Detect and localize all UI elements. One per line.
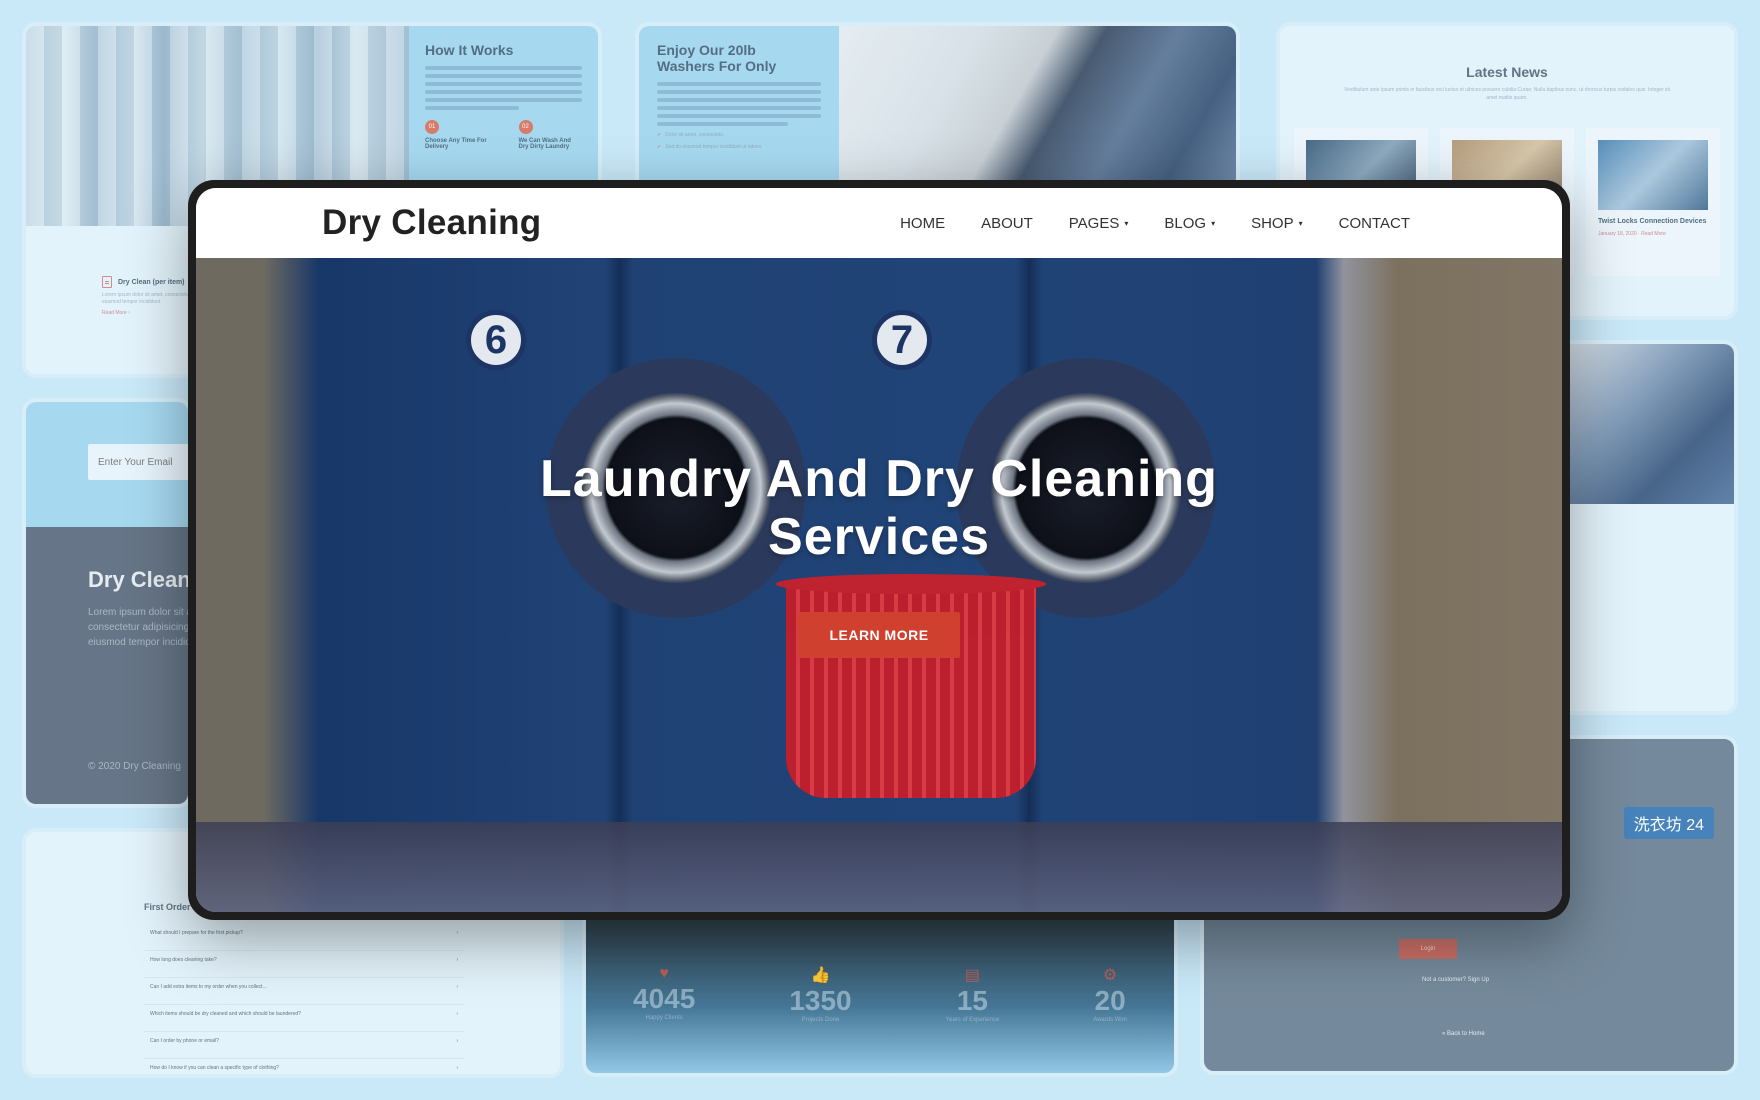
counter-item: 👍 1350 Projects Done bbox=[789, 965, 851, 1023]
washer-number-badge: 6 bbox=[466, 310, 526, 370]
step-label: We Can Wash And Dry Dirty Laundry bbox=[518, 138, 571, 150]
main-website-preview: Dry Cleaning HOME ABOUT PAGES ▾ BLOG ▾ SHO… bbox=[188, 180, 1570, 920]
nav-pages[interactable]: PAGES ▾ bbox=[1051, 215, 1147, 232]
chevron-icon: › bbox=[456, 1011, 458, 1017]
news-item[interactable]: Twist Locks Connection Devices January 1… bbox=[1586, 128, 1720, 276]
footer-copyright: © 2020 Dry Cleaning bbox=[88, 761, 181, 772]
counter-item: ⚙ 20 Awards Won bbox=[1093, 965, 1127, 1023]
jeans-photo bbox=[1560, 344, 1734, 504]
service-title: Dry Clean (per item) bbox=[118, 278, 185, 286]
washer-number-badge: 7 bbox=[872, 310, 932, 370]
site-logo[interactable]: Dry Cleaning bbox=[322, 203, 541, 243]
gear-icon: ⚙ bbox=[1102, 967, 1118, 984]
counter-label: Projects Done bbox=[801, 1017, 840, 1023]
footer-brand: Dry Cleaning bbox=[88, 567, 191, 592]
faq-item[interactable]: What should I prepare for the first pick… bbox=[144, 924, 464, 951]
enjoy-title-line1: Enjoy Our 20lb bbox=[657, 42, 756, 58]
chevron-icon: › bbox=[456, 930, 458, 936]
counter-item: ♥ 4045 Happy Clients bbox=[633, 965, 695, 1023]
faq-item[interactable]: Which items should be dry cleaned and wh… bbox=[144, 1005, 464, 1032]
footer-text: Lorem ipsum dolor sit amet, consectetur … bbox=[88, 607, 191, 648]
site-header: Dry Cleaning HOME ABOUT PAGES ▾ BLOG ▾ SHO… bbox=[196, 188, 1562, 258]
enjoy-text bbox=[657, 82, 821, 126]
main-nav: HOME ABOUT PAGES ▾ BLOG ▾ SHOP ▾ CONTACT bbox=[882, 215, 1428, 232]
folded-clothes-photo bbox=[839, 26, 1236, 188]
how-it-works-title: How It Works bbox=[425, 42, 514, 58]
nav-home[interactable]: HOME bbox=[882, 215, 963, 232]
signup-link[interactable]: Not a customer? Sign Up bbox=[1422, 977, 1489, 983]
faq-item[interactable]: How long does cleaning take? › bbox=[144, 951, 464, 978]
news-subtitle: Vestibulum ante ipsum primis in faucibus… bbox=[1344, 87, 1670, 101]
chevron-icon: › bbox=[456, 1038, 458, 1044]
counter-value: 1350 bbox=[789, 985, 852, 1016]
back-to-home-link[interactable]: « Back to Home bbox=[1442, 1031, 1485, 1037]
chevron-icon: › bbox=[456, 984, 458, 990]
id-card-icon: ▤ bbox=[964, 967, 980, 984]
news-item-meta: January 18, 2020 · Read More bbox=[1598, 231, 1666, 237]
document-icon bbox=[102, 276, 112, 288]
floor-image bbox=[196, 822, 1562, 912]
step-item: 02 We Can Wash And Dry Dirty Laundry bbox=[518, 120, 583, 150]
enjoy-title-line2: Washers For Only bbox=[657, 58, 777, 74]
preview-card-counters: ♥ 4045 Happy Clients 👍 1350 Projects Don… bbox=[582, 905, 1178, 1077]
nav-blog[interactable]: BLOG ▾ bbox=[1146, 215, 1233, 232]
caret-down-icon: ▾ bbox=[1298, 218, 1303, 228]
counter-item: ▤ 15 Years of Experience bbox=[946, 965, 999, 1023]
counter-value: 20 bbox=[1094, 985, 1126, 1016]
heart-icon: ♥ bbox=[659, 965, 669, 982]
counter-label: Years of Experience bbox=[945, 1017, 1000, 1023]
caret-down-icon: ▾ bbox=[1211, 218, 1216, 228]
step-label: Choose Any Time For Delivery bbox=[425, 138, 487, 150]
counter-label: Happy Clients bbox=[645, 1015, 683, 1021]
chevron-icon: › bbox=[456, 957, 458, 963]
faq-item[interactable]: How do I know if you can clean a specifi… bbox=[144, 1059, 464, 1074]
caret-down-icon: ▾ bbox=[1124, 218, 1129, 228]
preview-card-pricing: Enjoy Our 20lb Washers For Only ✔ Dolor s… bbox=[635, 22, 1240, 192]
news-item-title[interactable]: Twist Locks Connection Devices bbox=[1598, 218, 1708, 225]
step-item: 01 Choose Any Time For Delivery bbox=[425, 120, 489, 150]
nav-shop[interactable]: SHOP ▾ bbox=[1233, 215, 1321, 232]
email-field[interactable] bbox=[88, 444, 188, 480]
nav-contact[interactable]: CONTACT bbox=[1321, 215, 1428, 232]
check-item: ✔ Sed do eiusmod tempor incididunt ut lab… bbox=[657, 144, 762, 150]
preview-card-footer: Dry Cleaning Lorem ipsum dolor sit amet,… bbox=[22, 398, 192, 808]
thumbs-up-icon: 👍 bbox=[810, 967, 831, 984]
how-it-works-text bbox=[425, 66, 582, 110]
laundry-shop-sign: 洗衣坊 24 bbox=[1623, 807, 1714, 839]
check-icon: ✔ bbox=[657, 132, 662, 138]
hero-title: Laundry And Dry Cleaning Services bbox=[540, 450, 1218, 566]
login-button[interactable]: Login bbox=[1399, 939, 1457, 959]
faq-item[interactable]: Can I add extra items to my order when y… bbox=[144, 978, 464, 1005]
learn-more-button[interactable]: LEARN MORE bbox=[798, 612, 960, 658]
check-icon: ✔ bbox=[657, 144, 662, 150]
counter-value: 4045 bbox=[633, 983, 696, 1014]
step-number: 02 bbox=[518, 120, 533, 134]
faq-item[interactable]: Can I order by phone or email? › bbox=[144, 1032, 464, 1059]
step-number: 01 bbox=[425, 120, 439, 134]
faq-title: First Order bbox=[144, 902, 191, 912]
nav-about[interactable]: ABOUT bbox=[963, 215, 1051, 232]
chevron-icon: › bbox=[456, 1065, 458, 1071]
counter-value: 15 bbox=[956, 985, 988, 1016]
check-item: ✔ Dolor sit amet, consectetu bbox=[657, 132, 724, 138]
preview-card-about bbox=[1556, 340, 1738, 715]
counter-label: Awards Won bbox=[1093, 1017, 1127, 1023]
news-image bbox=[1598, 140, 1708, 210]
hero-section: 6 7 Laundry And Dry Cleaning Services LE… bbox=[196, 258, 1562, 912]
news-title: Latest News bbox=[1466, 64, 1548, 80]
